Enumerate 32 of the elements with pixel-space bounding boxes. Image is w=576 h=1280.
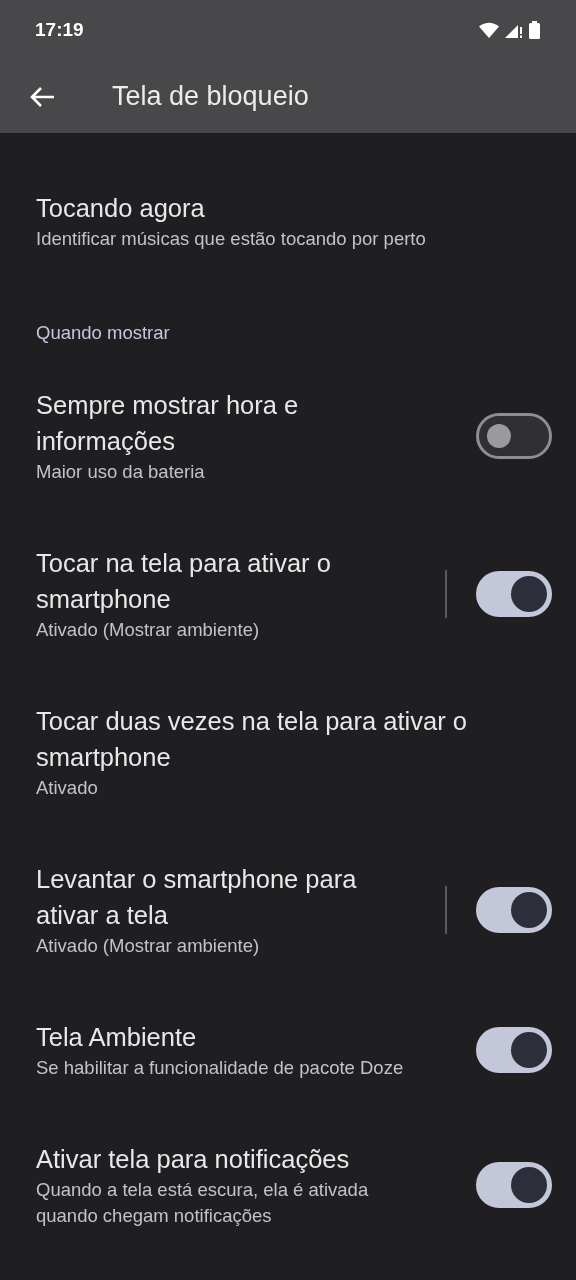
setting-summary: Ativado (Mostrar ambiente): [36, 934, 261, 958]
settings-item[interactable]: Tela Ambiente Se habilitar a funcionalidade de pacote Doze: [0, 989, 576, 1111]
screen-title: Tela de bloqueio: [112, 81, 309, 112]
toggle-switch[interactable]: [476, 413, 552, 459]
wifi-icon: [479, 22, 499, 38]
toggle-switch[interactable]: [476, 571, 552, 617]
settings-item[interactable]: Levantar o smartphone para ativar a tela Ativado (Mostrar ambiente): [0, 831, 576, 989]
settings-item[interactable]: Ativar tela para notificações Quando a tela está escura, ela é ativada quando chegam notificações: [0, 1111, 576, 1259]
status-time: 17:19: [35, 19, 84, 41]
settings-item[interactable]: Tocando agora Identificar músicas que estão tocando por perto: [0, 160, 576, 282]
settings-item[interactable]: Sempre mostrar hora e informações Maior uso da bateria: [0, 357, 576, 515]
setting-summary: Ativado (Mostrar ambiente): [36, 618, 261, 642]
setting-title: Tocar na tela para ativar o smartphone: [36, 548, 332, 615]
setting-title: Tocando agora: [36, 193, 206, 224]
settings-item[interactable]: Tocar na tela para ativar o smartphone Ativado (Mostrar ambiente): [0, 515, 576, 673]
setting-title: Ativar tela para notificações: [36, 1144, 351, 1175]
setting-title: Tocar duas vezes na tela para ativar o smartphone: [36, 706, 468, 773]
setting-summary: Se habilitar a funcionalidade de pacote Doze: [36, 1056, 405, 1080]
toggle-switch[interactable]: [476, 1027, 552, 1073]
back-arrow-icon[interactable]: [29, 85, 55, 108]
section-header: Quando mostrar: [35, 321, 171, 345]
setting-summary: Identificar músicas que estão tocando por perto: [36, 227, 427, 251]
setting-title: Levantar o smartphone para ativar a tela: [36, 864, 358, 931]
toggle-switch[interactable]: [476, 1162, 552, 1208]
settings-item[interactable]: Tocar duas vezes na tela para ativar o smartphone Ativado: [0, 673, 576, 831]
setting-summary: Ativado: [36, 776, 99, 800]
battery-icon: [529, 21, 540, 39]
setting-summary: Quando a tela está escura, ela é ativada quando chegam notificações: [36, 1178, 370, 1228]
setting-title: Tela Ambiente: [36, 1022, 198, 1053]
setting-title: Sempre mostrar hora e informações: [36, 390, 300, 457]
toggle-switch[interactable]: [476, 887, 552, 933]
setting-summary: Maior uso da bateria: [36, 460, 206, 484]
